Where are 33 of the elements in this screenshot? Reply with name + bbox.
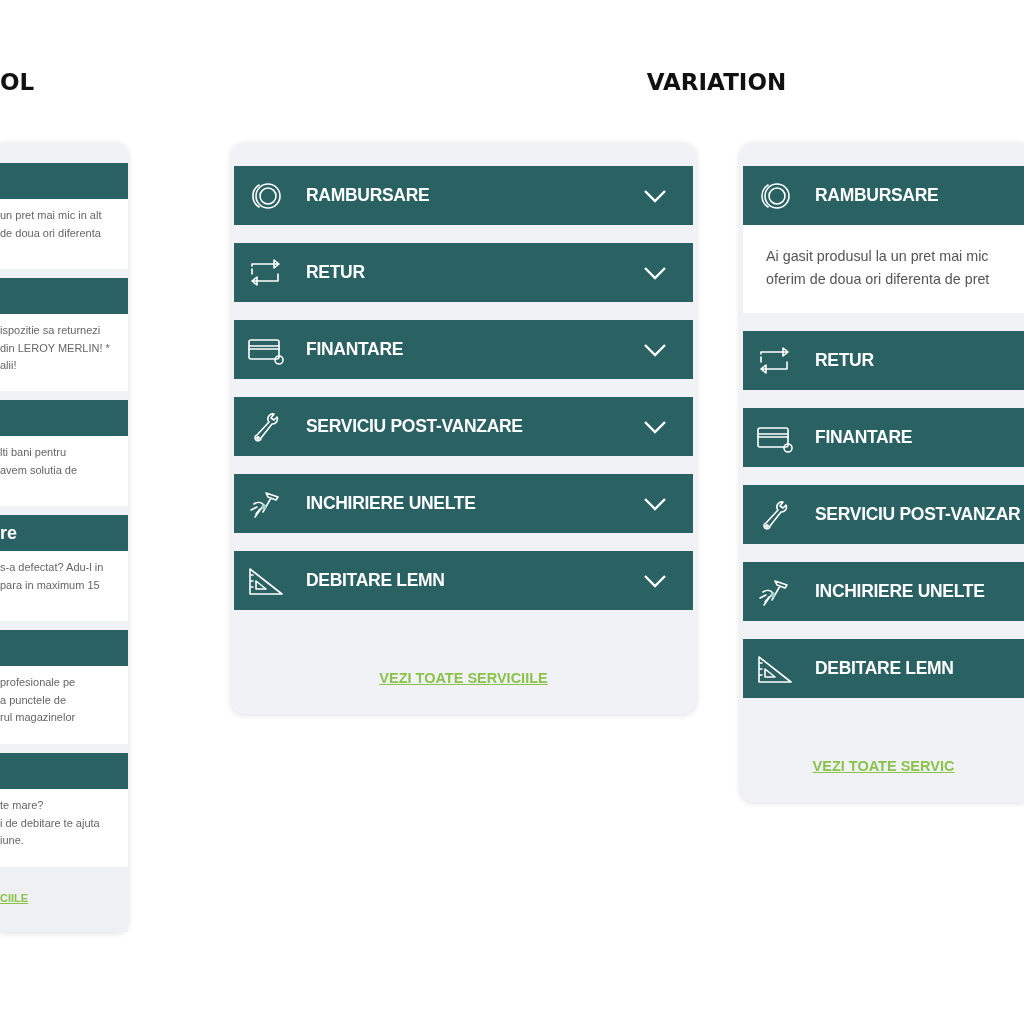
chevron-down-icon (643, 573, 667, 588)
accordion-header[interactable]: FINANTARE (234, 320, 693, 379)
accordion-header[interactable]: SERVICIU POST-VANZAR (743, 485, 1024, 544)
accordion-header[interactable]: INCHIRIERE UNELTE (743, 562, 1024, 621)
chevron-down-icon (643, 342, 667, 357)
accordion-header[interactable]: RETUR (234, 243, 693, 302)
chevron-down-icon (643, 419, 667, 434)
chevron-down-icon (643, 265, 667, 280)
description-text: profesionale pe a punctele de rul magazinelor (0, 666, 128, 744)
accordion-header[interactable]: RAMBURSARE (743, 166, 1024, 225)
section-heading: VARIATION (645, 68, 788, 97)
accordion-header[interactable]: RETUR (743, 331, 1024, 390)
accordion-header[interactable]: re (0, 515, 128, 551)
accordion-header[interactable]: INCHIRIERE UNELTE (234, 474, 693, 533)
accordion-header[interactable] (0, 753, 128, 789)
description-text: un pret mai mic in alt de doua ori diferenta (0, 199, 128, 269)
accordion-header[interactable] (0, 630, 128, 666)
accordion-header[interactable]: SERVICIU POST-VANZARE (234, 397, 693, 456)
accordion-header[interactable]: RAMBURSARE (234, 166, 693, 225)
accordion-header[interactable] (0, 278, 128, 314)
description-text: s-a defectat? Adu-l in para in maximum 15 (0, 551, 128, 621)
description-text: Ai gasit produsul la un pret mai mic oferim de doua ori diferenta de pret (743, 225, 1024, 313)
accordion-header[interactable]: DEBITARE LEMN (234, 551, 693, 610)
chevron-down-icon (643, 188, 667, 203)
description-text: ispozitie sa returnezi din LEROY MERLIN! * alii! (0, 314, 128, 391)
accordion-header[interactable] (0, 163, 128, 199)
section-heading: OL (0, 68, 36, 97)
accordion-header[interactable] (0, 400, 128, 436)
accordion-header[interactable]: DEBITARE LEMN (743, 639, 1024, 698)
chevron-down-icon (643, 496, 667, 511)
description-text: lti bani pentru avem solutia de (0, 436, 128, 506)
accordion-header[interactable]: FINANTARE (743, 408, 1024, 467)
description-text: te mare? i de debitare te ajuta iune. (0, 789, 128, 867)
